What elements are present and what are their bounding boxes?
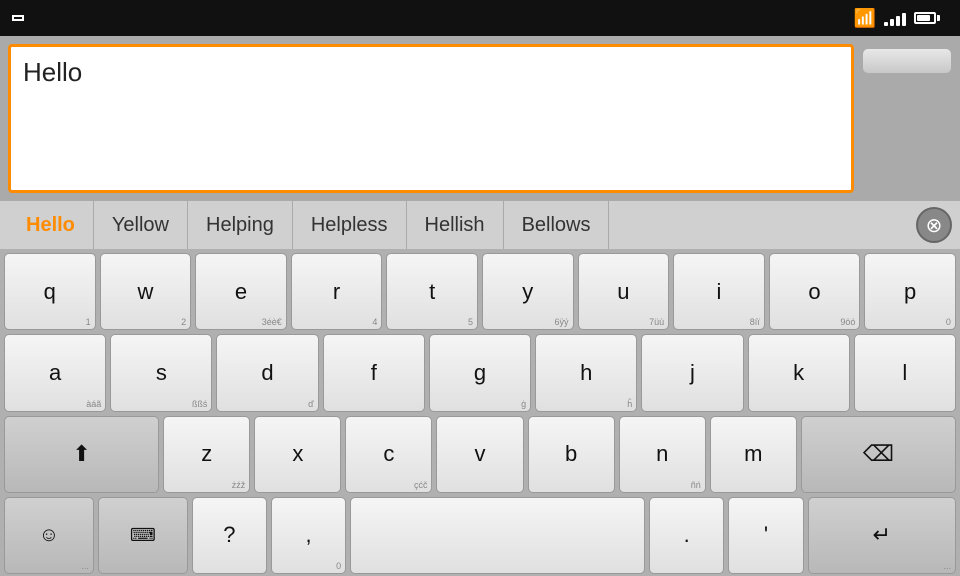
key-,[interactable]: ,0 [271,497,346,574]
notification-icon [12,15,24,21]
suggestion-item-5[interactable]: Bellows [504,201,610,249]
key-⌨[interactable]: ⌨ [98,497,188,574]
key-'[interactable]: ' [728,497,803,574]
key-t[interactable]: t5 [386,253,478,330]
key-u[interactable]: u7üù [578,253,670,330]
key-c[interactable]: cçćč [345,416,432,493]
status-bar: 📶 [0,0,960,36]
key-m[interactable]: m [710,416,797,493]
suggestion-item-2[interactable]: Helping [188,201,293,249]
key-?[interactable]: ? [192,497,267,574]
key-☺[interactable]: ☺... [4,497,94,574]
key-v[interactable]: v [436,416,523,493]
text-input-container[interactable] [8,44,854,193]
suggestion-item-4[interactable]: Hellish [407,201,504,249]
key-b[interactable]: b [528,416,615,493]
suggestions-bar: HelloYellowHelpingHelplessHellishBellows… [0,201,960,249]
key-o[interactable]: o9öó [769,253,861,330]
key-s[interactable]: sßßś [110,334,212,411]
key-w[interactable]: w2 [100,253,192,330]
key-g[interactable]: gġ [429,334,531,411]
suggestion-close-button[interactable]: ⊗ [916,207,952,243]
key-y[interactable]: y6ÿý [482,253,574,330]
status-right: 📶 [854,8,948,29]
suggestion-item-1[interactable]: Yellow [94,201,188,249]
key-.[interactable]: . [649,497,724,574]
key-p[interactable]: p0 [864,253,956,330]
key-d[interactable]: dď [216,334,318,411]
key-row-3: ☺...⌨?,0.'↵... [4,497,956,574]
key-f[interactable]: f [323,334,425,411]
key-row-0: q1w2e3éè€r4t5y6ÿýu7üùi8íïo9öóp0 [4,253,956,330]
key-j[interactable]: j [641,334,743,411]
suggestion-item-0[interactable]: Hello [8,201,94,249]
key-x[interactable]: x [254,416,341,493]
key-⇧[interactable]: ⬆ [4,416,159,493]
status-left [12,15,24,21]
key-row-1: aàáãsßßśdďfgġhĥjkl [4,334,956,411]
key-↵[interactable]: ↵... [808,497,956,574]
battery-icon [914,12,940,24]
key-a[interactable]: aàáã [4,334,106,411]
keyboard: q1w2e3éè€r4t5y6ÿýu7üùi8íïo9öóp0aàáãsßßśd… [0,249,960,576]
input-area [0,36,960,201]
key-z[interactable]: zżźž [163,416,250,493]
key-l[interactable]: l [854,334,956,411]
key-h[interactable]: hĥ [535,334,637,411]
key-n[interactable]: nñń [619,416,706,493]
key-row-2: ⬆zżźžxcçćčvbnñńm⌫ [4,416,956,493]
key-k[interactable]: k [748,334,850,411]
key-i[interactable]: i8íï [673,253,765,330]
send-button[interactable] [862,48,952,74]
key-q[interactable]: q1 [4,253,96,330]
wifi-icon: 📶 [854,8,876,29]
suggestion-item-3[interactable]: Helpless [293,201,407,249]
key-e[interactable]: e3éè€ [195,253,287,330]
text-input[interactable] [23,57,839,150]
key-r[interactable]: r4 [291,253,383,330]
signal-icon [884,10,906,26]
key-⌫[interactable]: ⌫ [801,416,956,493]
key-space[interactable] [350,497,645,574]
